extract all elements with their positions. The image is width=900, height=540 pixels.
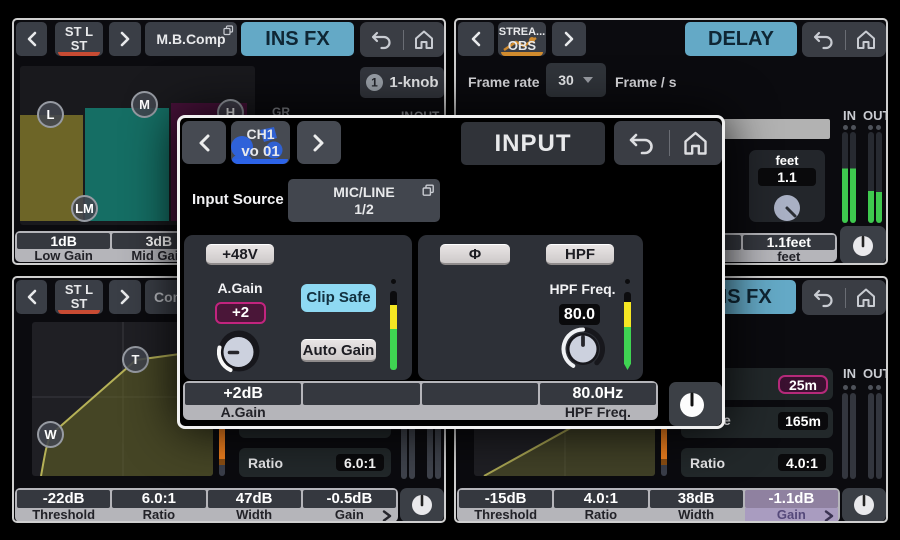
svg-text:1: 1 <box>372 76 379 90</box>
